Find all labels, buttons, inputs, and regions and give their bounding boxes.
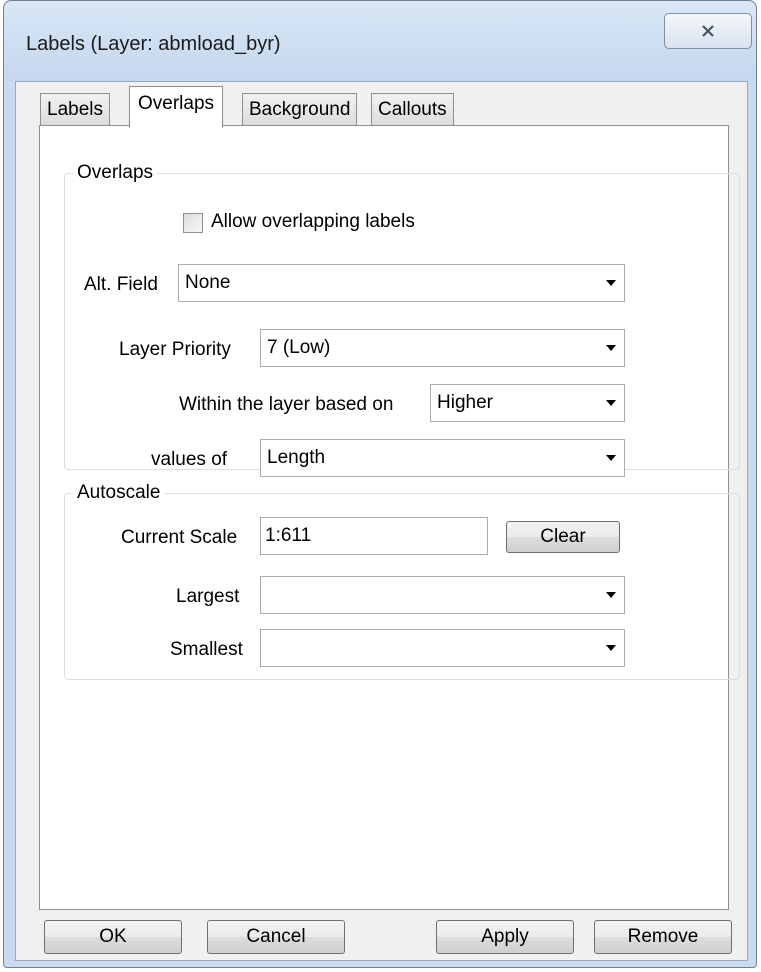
tab-overlaps[interactable]: Overlaps	[129, 86, 224, 128]
largest-label: Largest	[176, 586, 240, 607]
tab-labels[interactable]: Labels	[40, 93, 110, 125]
layer-priority-value: 7 (Low)	[267, 337, 331, 358]
autoscale-group: Autoscale Current Scale 1:611 Clear Larg…	[64, 482, 740, 680]
apply-button[interactable]: Apply	[436, 920, 574, 954]
allow-overlapping-checkbox[interactable]	[183, 213, 203, 233]
dropdown-arrow-icon	[598, 644, 624, 652]
remove-button[interactable]: Remove	[594, 920, 732, 954]
dialog-body: Labels Overlaps Background Callouts Over…	[15, 81, 748, 961]
allow-overlapping-label: Allow overlapping labels	[211, 211, 415, 232]
overlaps-tab-panel: Overlaps Allow overlapping labels Alt. F…	[39, 125, 740, 910]
overlaps-group-label: Overlaps	[73, 162, 158, 184]
title-bar[interactable]: Labels (Layer: abmload_byr)	[4, 1, 756, 81]
dialog-title: Labels (Layer: abmload_byr)	[26, 33, 281, 55]
current-scale-label: Current Scale	[121, 527, 238, 548]
values-of-label: values of	[151, 449, 228, 470]
dropdown-arrow-icon	[598, 344, 624, 352]
dropdown-arrow-icon	[598, 454, 624, 462]
within-layer-select[interactable]: Higher	[430, 384, 625, 422]
dropdown-arrow-icon	[598, 591, 624, 599]
close-button[interactable]	[664, 13, 752, 49]
alt-field-select[interactable]: None	[178, 264, 625, 302]
dropdown-arrow-icon	[598, 399, 624, 407]
dropdown-arrow-icon	[598, 279, 624, 287]
cancel-button[interactable]: Cancel	[207, 920, 345, 954]
ok-button[interactable]: OK	[44, 920, 182, 954]
autoscale-group-label: Autoscale	[73, 482, 165, 504]
layer-priority-label: Layer Priority	[119, 339, 231, 360]
tab-callouts[interactable]: Callouts	[371, 93, 454, 125]
close-x-icon	[702, 25, 714, 37]
smallest-label: Smallest	[170, 639, 243, 660]
values-of-select[interactable]: Length	[260, 439, 625, 477]
within-layer-value: Higher	[437, 392, 493, 413]
current-scale-field[interactable]: 1:611	[260, 517, 488, 555]
smallest-select[interactable]	[260, 629, 625, 667]
labels-dialog: Labels (Layer: abmload_byr) Labels Overl…	[3, 0, 757, 968]
largest-select[interactable]	[260, 576, 625, 614]
alt-field-value: None	[185, 272, 231, 293]
clear-button[interactable]: Clear	[506, 521, 620, 553]
alt-field-label: Alt. Field	[84, 274, 158, 295]
values-of-value: Length	[267, 447, 326, 468]
within-layer-label: Within the layer based on	[179, 394, 394, 415]
layer-priority-select[interactable]: 7 (Low)	[260, 329, 625, 367]
tab-background[interactable]: Background	[242, 93, 358, 125]
overlaps-group: Overlaps Allow overlapping labels Alt. F…	[64, 162, 740, 477]
